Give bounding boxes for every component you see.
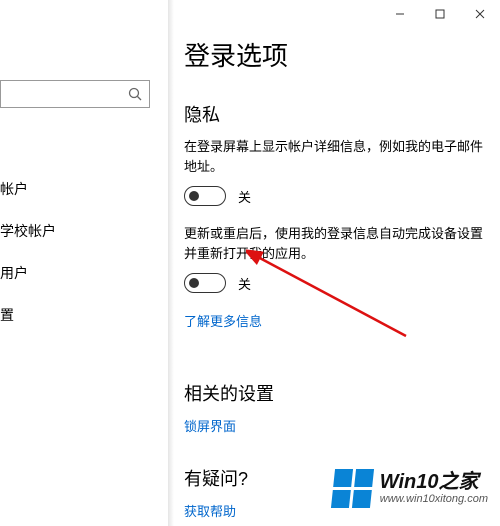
privacy-option2-toggle-row: 关 <box>184 273 490 293</box>
privacy-option2-toggle[interactable] <box>184 273 226 293</box>
privacy-option1-desc: 在登录屏幕上显示帐户详细信息，例如我的电子邮件地址。 <box>184 137 484 176</box>
sidebar-item-label: 学校帐户 <box>0 221 56 241</box>
watermark: Win10之家 www.win10xitong.com <box>333 469 488 508</box>
sidebar-item-users[interactable]: 用户 <box>0 252 170 294</box>
privacy-option1-state: 关 <box>238 187 251 206</box>
lock-screen-link[interactable]: 锁屏界面 <box>184 416 490 435</box>
privacy-option2-desc: 更新或重启后，使用我的登录信息自动完成设备设置并重新打开我的应用。 <box>184 224 484 263</box>
settings-sidebar: 帐户 学校帐户 用户 置 <box>0 0 170 526</box>
sidebar-item-label: 用户 <box>0 263 28 283</box>
main-content: 登录选项 隐私 在登录屏幕上显示帐户详细信息，例如我的电子邮件地址。 关 更新或… <box>184 36 490 526</box>
search-input[interactable] <box>0 80 150 108</box>
section-heading-related: 相关的设置 <box>184 380 490 406</box>
privacy-option1-toggle-row: 关 <box>184 186 490 206</box>
window-controls <box>380 0 500 28</box>
minimize-button[interactable] <box>380 0 420 28</box>
learn-more-link[interactable]: 了解更多信息 <box>184 311 490 330</box>
sidebar-item-label: 置 <box>0 305 14 325</box>
privacy-option1-toggle[interactable] <box>184 186 226 206</box>
sidebar-item-label: 帐户 <box>0 179 28 199</box>
windows-logo-icon <box>331 469 374 508</box>
maximize-button[interactable] <box>420 0 460 28</box>
watermark-title: Win10之家 <box>380 471 488 493</box>
sidebar-item-school-account[interactable]: 学校帐户 <box>0 210 170 252</box>
page-title: 登录选项 <box>184 36 490 73</box>
privacy-option2-state: 关 <box>238 274 251 293</box>
section-heading-privacy: 隐私 <box>184 101 490 127</box>
watermark-url: www.win10xitong.com <box>380 493 488 505</box>
close-button[interactable] <box>460 0 500 28</box>
sidebar-item-sync[interactable]: 置 <box>0 294 170 336</box>
sidebar-item-account[interactable]: 帐户 <box>0 168 170 210</box>
search-icon <box>127 86 143 107</box>
